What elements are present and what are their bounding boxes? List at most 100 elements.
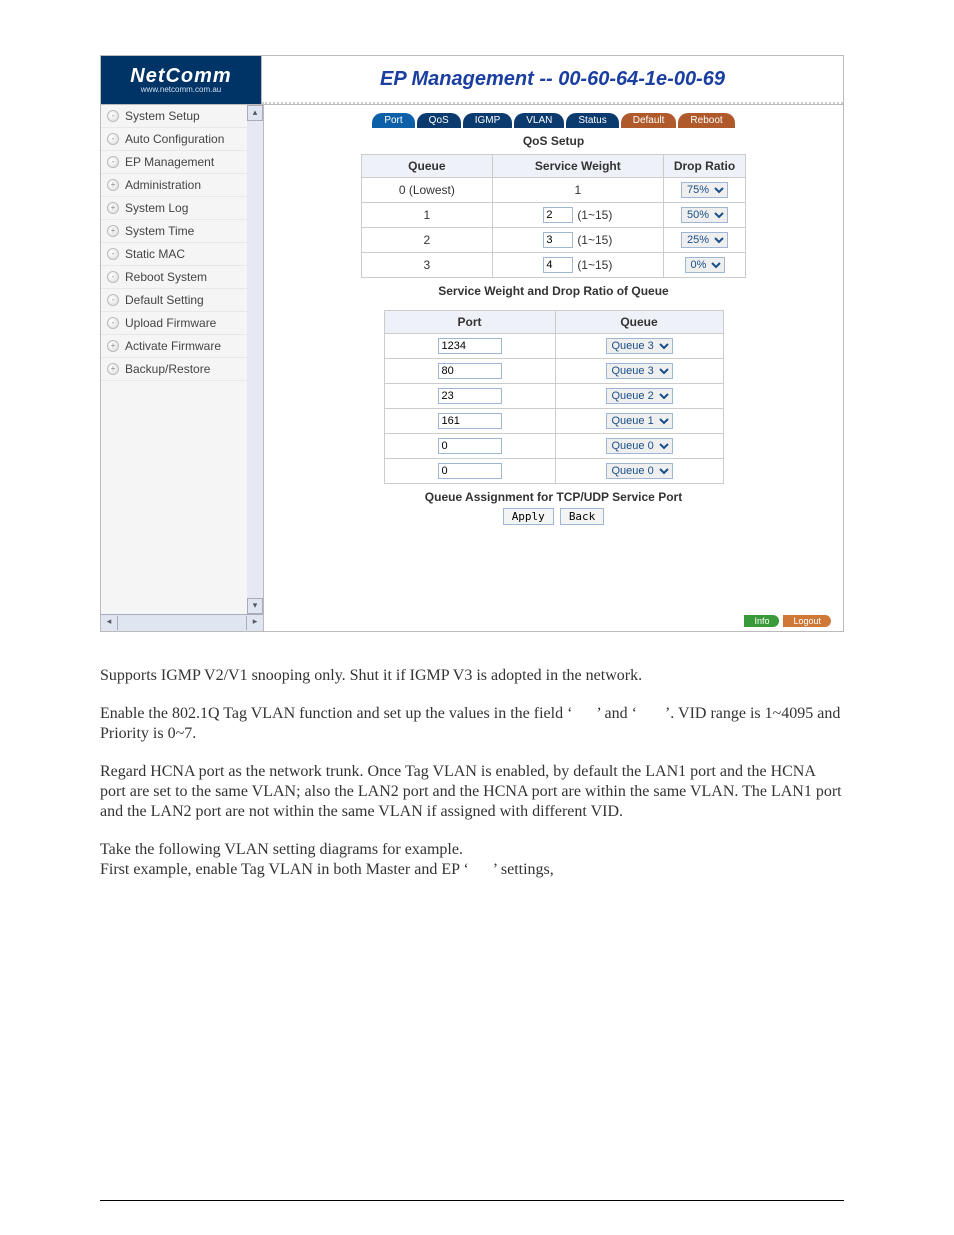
sidebar-item-administration[interactable]: +Administration	[101, 174, 263, 197]
service-weight-cell: (1~15)	[492, 228, 663, 253]
tab-igmp[interactable]: IGMP	[463, 113, 513, 128]
horizontal-rule	[100, 1200, 844, 1201]
scroll-right-icon[interactable]: ▸	[246, 616, 263, 630]
page-title: EP Management -- 00-60-64-1e-00-69	[262, 56, 843, 104]
service-weight-hint: (1~15)	[577, 258, 612, 272]
sidebar-item-label: EP Management	[125, 155, 214, 169]
service-weight-input[interactable]	[543, 232, 573, 248]
drop-ratio-select[interactable]: 75%	[681, 182, 728, 198]
drop-ratio-select[interactable]: 50%	[681, 207, 728, 223]
sidebar-item-label: System Setup	[125, 109, 200, 123]
logout-button[interactable]: Logout	[783, 615, 831, 627]
sidebar-item-label: Static MAC	[125, 247, 185, 261]
sidebar-item-reboot-system[interactable]: -Reboot System	[101, 266, 263, 289]
sidebar-item-label: Backup/Restore	[125, 362, 210, 376]
apply-button[interactable]: Apply	[503, 508, 554, 525]
port-cell	[384, 409, 555, 434]
service-weight-cell: 1	[492, 178, 663, 203]
queue-select[interactable]: Queue 2	[606, 388, 673, 404]
port-input[interactable]	[438, 438, 502, 454]
doc-text: Supports IGMP V2/V1 snooping only. Shut …	[100, 666, 844, 1201]
service-weight-input[interactable]	[543, 257, 573, 273]
queue-select[interactable]: Queue 3	[606, 363, 673, 379]
sidebar-item-backup/restore[interactable]: + Backup/Restore	[101, 358, 263, 381]
table-row: 2(1~15) 25%	[361, 228, 745, 253]
col-queue2: Queue	[555, 311, 723, 334]
queue-select[interactable]: Queue 3	[606, 338, 673, 354]
tab-vlan[interactable]: VLAN	[514, 113, 564, 128]
tab-reboot[interactable]: Reboot	[678, 113, 734, 128]
drop-ratio-cell: 75%	[663, 178, 745, 203]
portqueue-table: Port Queue Queue 3 Queue 3 Queue 2 Queue 1 Q…	[384, 310, 724, 484]
qos-title: QoS Setup	[276, 132, 831, 150]
expand-icon: +	[107, 225, 119, 237]
logo-sub: www.netcomm.com.au	[141, 85, 221, 94]
sidebar-item-ep-management[interactable]: -EP Management	[101, 151, 263, 174]
qos-caption: Service Weight and Drop Ratio of Queue	[276, 282, 831, 306]
sidebar-item-static-mac[interactable]: -Static MAC	[101, 243, 263, 266]
port-input[interactable]	[438, 463, 502, 479]
queue-cell: Queue 3	[555, 359, 723, 384]
collapse-icon: -	[107, 271, 119, 283]
queue-select[interactable]: Queue 0	[606, 438, 673, 454]
scroll-down-icon[interactable]: ▾	[247, 598, 263, 614]
queue-label: 2	[361, 228, 492, 253]
scroll-track[interactable]	[247, 121, 263, 598]
drop-ratio-select[interactable]: 0%	[685, 257, 725, 273]
drop-ratio-cell: 0%	[663, 253, 745, 278]
queue-cell: Queue 2	[555, 384, 723, 409]
port-cell	[384, 359, 555, 384]
collapse-icon: -	[107, 133, 119, 145]
tab-port[interactable]: Port	[372, 113, 414, 128]
tab-status[interactable]: Status	[566, 113, 618, 128]
doc-p3: Regard HCNA port as the network trunk. O…	[100, 762, 844, 822]
table-row: 1(1~15)50%	[361, 203, 745, 228]
horizontal-scrollbar[interactable]: ◂ ▸	[101, 614, 263, 631]
drop-ratio-select[interactable]: 25%	[681, 232, 728, 248]
queue-label: 3	[361, 253, 492, 278]
port-input[interactable]	[438, 413, 502, 429]
sidebar-item-label: Reboot System	[125, 270, 207, 284]
service-weight-input[interactable]	[543, 207, 573, 223]
expand-icon: +	[107, 202, 119, 214]
info-button[interactable]: Info	[744, 615, 779, 627]
vertical-scrollbar[interactable]: ▴ ▾	[247, 105, 263, 614]
sidebar-item-upload-firmware[interactable]: -Upload Firmware	[101, 312, 263, 335]
port-cell	[384, 334, 555, 359]
expand-icon: +	[107, 340, 119, 352]
sidebar-item-label: System Log	[125, 201, 188, 215]
queue-label: 0 (Lowest)	[361, 178, 492, 203]
service-weight-cell: (1~15)	[492, 253, 663, 278]
collapse-icon: -	[107, 248, 119, 260]
scroll-left-icon[interactable]: ◂	[101, 616, 118, 630]
sidebar-item-label: Activate Firmware	[125, 339, 221, 353]
queue-select[interactable]: Queue 0	[606, 463, 673, 479]
sidebar-item-system-time[interactable]: +System Time	[101, 220, 263, 243]
port-cell	[384, 384, 555, 409]
sidebar-item-label: Administration	[125, 178, 201, 192]
port-input[interactable]	[438, 363, 502, 379]
port-input[interactable]	[438, 388, 502, 404]
sidebar-item-default-setting[interactable]: -Default Setting	[101, 289, 263, 312]
logo: NetComm www.netcomm.com.au	[101, 56, 262, 104]
collapse-icon: -	[107, 294, 119, 306]
col-service-weight: Service Weight	[492, 155, 663, 178]
sidebar-item-system-log[interactable]: + System Log	[101, 197, 263, 220]
back-button[interactable]: Back	[560, 508, 605, 525]
sidebar: -System Setup-Auto Configuration-EP Mana…	[101, 105, 263, 614]
col-queue: Queue	[361, 155, 492, 178]
queue-cell: Queue 1	[555, 409, 723, 434]
tab-qos[interactable]: QoS	[417, 113, 461, 128]
tab-default[interactable]: Default	[621, 113, 677, 128]
scroll-up-icon[interactable]: ▴	[247, 105, 263, 121]
port-cell	[384, 459, 555, 484]
col-port: Port	[384, 311, 555, 334]
port-input[interactable]	[438, 338, 502, 354]
tabs: PortQoSIGMPVLANStatusDefaultReboot	[276, 111, 831, 132]
queue-select[interactable]: Queue 1	[606, 413, 673, 429]
sidebar-item-system-setup[interactable]: -System Setup	[101, 105, 263, 128]
sidebar-item-activate-firmware[interactable]: + Activate Firmware	[101, 335, 263, 358]
collapse-icon: -	[107, 317, 119, 329]
expand-icon: +	[107, 363, 119, 375]
sidebar-item-auto-configuration[interactable]: -Auto Configuration	[101, 128, 263, 151]
